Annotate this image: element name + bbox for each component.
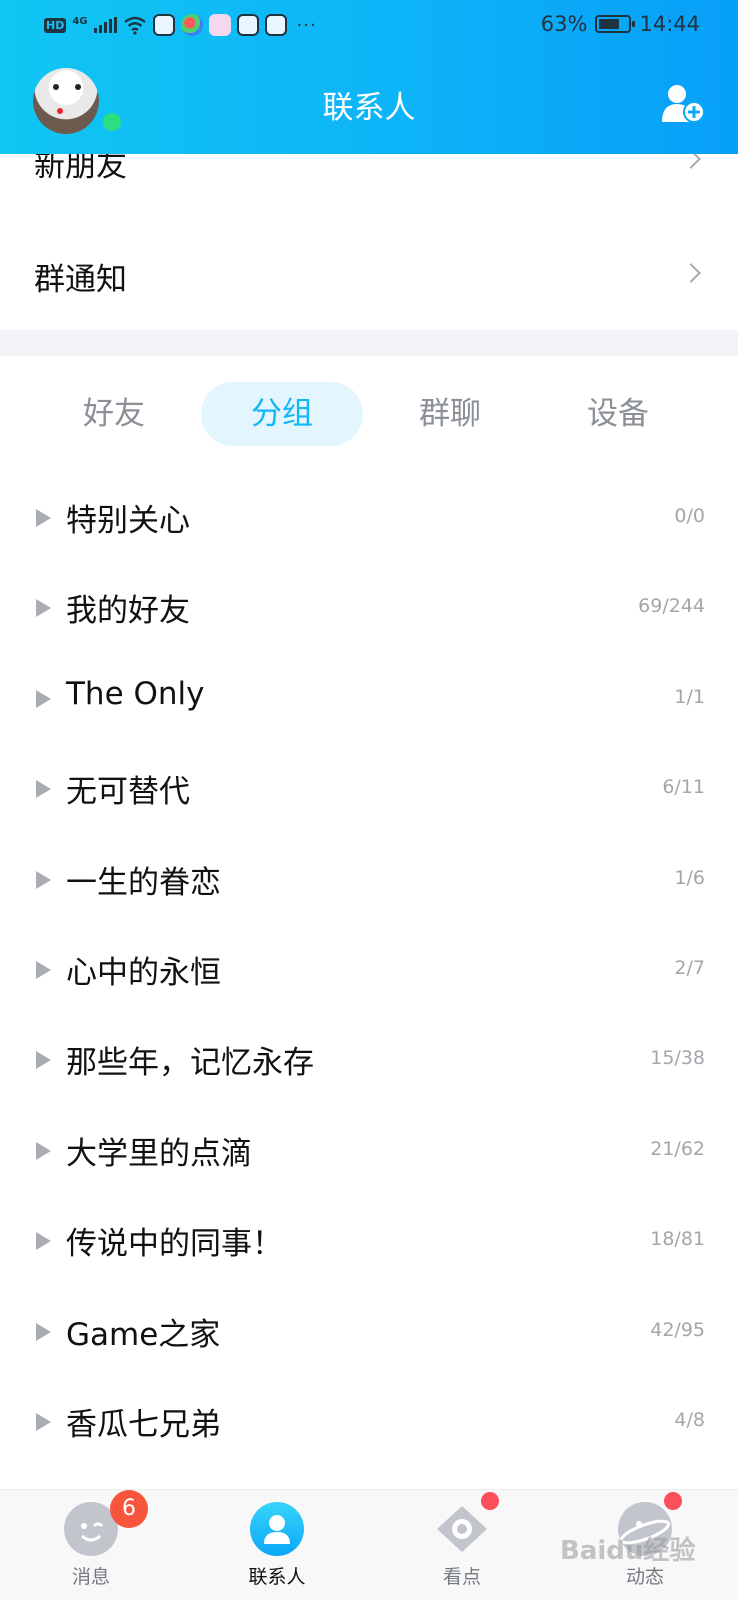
- app-notification-icon: [180, 14, 203, 36]
- friend-groups-list: 特别关心 0/0 我的好友 69/244 The Only 1/1 无可替代 6/11 …: [0, 473, 738, 1467]
- list-item[interactable]: 心中的永恒 2/7: [0, 925, 738, 1015]
- group-count: 69/244: [638, 595, 705, 618]
- expand-arrow-icon: [36, 960, 51, 979]
- expand-arrow-icon: [36, 689, 51, 708]
- expand-arrow-icon: [36, 509, 51, 527]
- app-notification-icon: [208, 14, 231, 36]
- tab-groups[interactable]: 分组: [201, 382, 363, 446]
- app-notification-icon: [264, 14, 287, 36]
- group-count: 42/95: [650, 1318, 705, 1341]
- group-count: 4/8: [674, 1408, 705, 1431]
- contact-tabs: 好友 分组 群聊 设备: [0, 356, 738, 466]
- nav-label: 联系人: [248, 1566, 306, 1588]
- new-content-dot: [664, 1492, 682, 1510]
- signal-icon: [93, 17, 117, 33]
- app-header: HD 4G ··· 63% 14:44 联系人: [0, 0, 738, 154]
- list-item[interactable]: 传说中的同事！ 18/81: [0, 1196, 738, 1286]
- battery-icon: [595, 15, 636, 33]
- list-item[interactable]: Game之家 42/95: [0, 1287, 738, 1377]
- add-friend-icon[interactable]: [660, 82, 706, 124]
- new-content-dot: [481, 1492, 499, 1510]
- group-name: 香瓜七兄弟: [66, 1406, 221, 1443]
- group-count: 0/0: [674, 505, 705, 527]
- app-notification-icon: [236, 14, 259, 36]
- expand-arrow-icon: [36, 1051, 51, 1070]
- status-icons: HD 4G ···: [44, 14, 317, 36]
- group-name: 特别关心: [66, 503, 190, 539]
- expand-arrow-icon: [36, 1412, 51, 1431]
- group-count: 6/11: [662, 776, 705, 799]
- message-icon: 6: [64, 1490, 148, 1556]
- hd-icon: HD: [44, 17, 67, 33]
- expand-arrow-icon: [36, 1232, 51, 1251]
- list-item[interactable]: 那些年，记忆永存 15/38: [0, 1015, 738, 1105]
- group-notice-entry[interactable]: 群通知: [0, 232, 738, 320]
- tab-friends[interactable]: 好友: [33, 382, 195, 446]
- expand-arrow-icon: [36, 870, 51, 889]
- unread-badge: 6: [110, 1490, 148, 1528]
- list-item[interactable]: 无可替代 6/11: [0, 744, 738, 834]
- more-notifications-icon: ···: [296, 14, 317, 36]
- expand-arrow-icon: [36, 1141, 51, 1160]
- group-notice-label: 群通知: [34, 262, 127, 298]
- clock: 14:44: [639, 12, 700, 36]
- group-count: 21/62: [650, 1137, 705, 1160]
- group-name: 我的好友: [66, 593, 190, 630]
- nav-label: 看点: [442, 1566, 481, 1588]
- expand-arrow-icon: [36, 780, 51, 799]
- status-right: 63% 14:44: [541, 12, 700, 36]
- group-name: 传说中的同事！: [66, 1226, 283, 1263]
- list-item[interactable]: 我的好友 69/244: [0, 563, 738, 653]
- watermark-logo: Baidu经验: [560, 1536, 696, 1566]
- page-title: 联系人: [322, 90, 416, 126]
- tab-group-chats[interactable]: 群聊: [369, 382, 531, 446]
- group-name: Game之家: [66, 1316, 221, 1353]
- list-item[interactable]: 大学里的点滴 21/62: [0, 1106, 738, 1196]
- expand-arrow-icon: [36, 599, 51, 618]
- group-count: 1/6: [674, 866, 705, 889]
- list-item[interactable]: 香瓜七兄弟 4/8: [0, 1377, 738, 1467]
- contacts-icon: [250, 1502, 304, 1556]
- nav-contacts[interactable]: 联系人: [217, 1502, 337, 1589]
- list-item[interactable]: The Only 1/1: [0, 654, 738, 744]
- chevron-right-icon: [681, 263, 701, 283]
- app-notification-icon: [152, 14, 175, 36]
- list-item[interactable]: 特别关心 0/0: [0, 473, 738, 563]
- eye-icon: [435, 1492, 499, 1556]
- group-count: 1/1: [674, 685, 705, 708]
- group-count: 2/7: [674, 956, 705, 979]
- list-item[interactable]: 一生的眷恋 1/6: [0, 835, 738, 925]
- section-divider: [0, 330, 738, 356]
- network-type: 4G: [72, 15, 88, 27]
- nav-messages[interactable]: 6 消息: [31, 1490, 151, 1589]
- battery-percent: 63%: [540, 12, 588, 36]
- nav-discover[interactable]: 看点: [402, 1492, 522, 1589]
- group-name: 那些年，记忆永存: [66, 1045, 314, 1082]
- group-name: 无可替代: [66, 774, 190, 811]
- nav-label: 消息: [71, 1566, 110, 1588]
- group-name: The Only: [66, 675, 205, 712]
- status-bar: HD 4G ··· 63% 14:44: [0, 0, 738, 52]
- group-count: 15/38: [650, 1047, 705, 1070]
- expand-arrow-icon: [36, 1322, 51, 1341]
- wifi-icon: [123, 16, 146, 35]
- tab-devices[interactable]: 设备: [537, 382, 699, 446]
- group-name: 大学里的点滴: [66, 1135, 252, 1172]
- group-name: 一生的眷恋: [66, 864, 221, 901]
- group-count: 18/81: [650, 1228, 705, 1251]
- group-name: 心中的永恒: [66, 954, 221, 991]
